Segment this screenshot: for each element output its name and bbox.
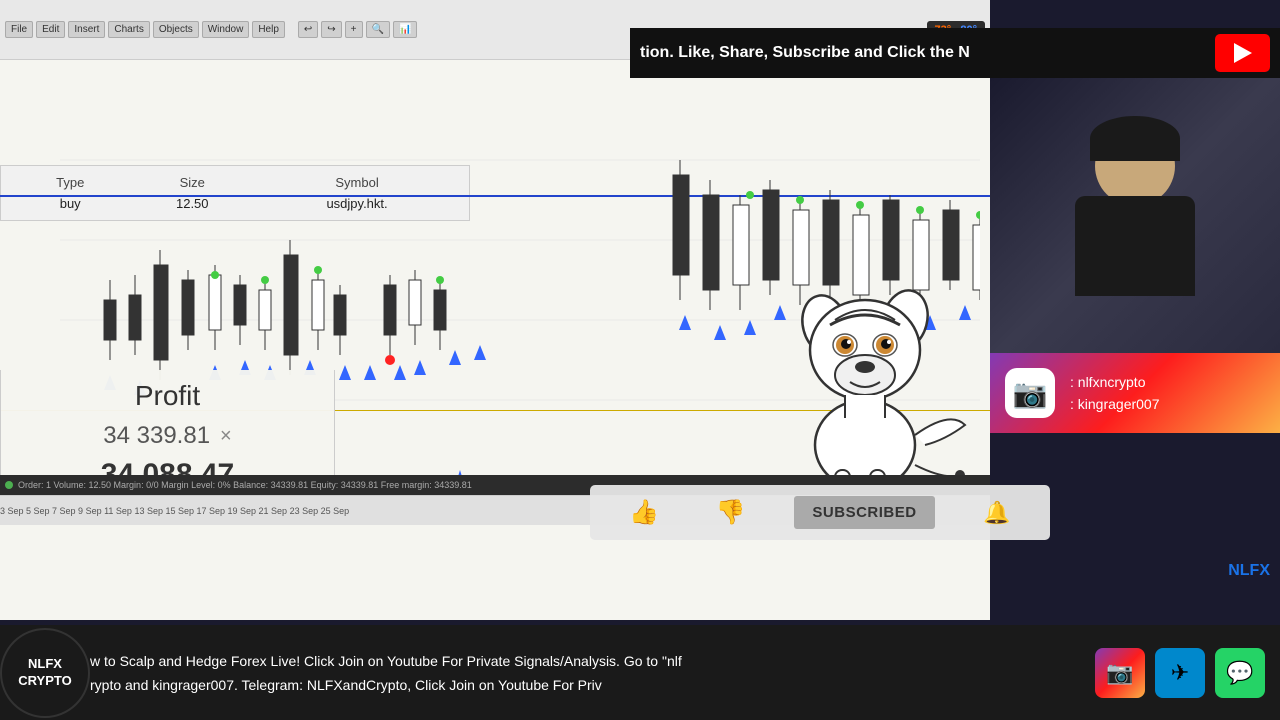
toolbar-icon-4[interactable]: 🔍 [366, 21, 390, 38]
person-body [1075, 196, 1195, 296]
telegram-social-icon[interactable]: ✈ [1155, 648, 1205, 698]
toolbar-file-btn[interactable]: File [5, 21, 33, 38]
dislike-button[interactable]: 👎 [716, 498, 746, 527]
like-button[interactable]: 👍 [629, 498, 659, 527]
whatsapp-social-icon[interactable]: 💬 [1215, 648, 1265, 698]
profit-value-1: 34 339.81 [103, 422, 210, 450]
toolbar-icon-5[interactable]: 📊 [393, 21, 417, 38]
profit-value-row: 34 339.81 × [16, 422, 319, 450]
instagram-social-icon[interactable]: 📷 [1095, 648, 1145, 698]
instagram-logo-icon: 📷 [1005, 368, 1055, 418]
toolbar-charts-btn[interactable]: Charts [108, 21, 149, 38]
nlfx-logo-line2: CRYPTO [18, 673, 71, 690]
yt-banner-text: tion. Like, Share, Subscribe and Click t… [640, 44, 1215, 62]
status-text: Order: 1 Volume: 12.50 Margin: 0/0 Margi… [18, 480, 472, 490]
toolbar-edit-btn[interactable]: Edit [36, 21, 65, 38]
bottom-bar: NLFX CRYPTO w to Scalp and Hedge Forex L… [0, 625, 1280, 720]
profit-label: Profit [16, 380, 319, 412]
subscribed-button[interactable]: SUBSCRIBED [794, 496, 934, 529]
youtube-logo[interactable] [1215, 34, 1270, 72]
toolbar-window-btn[interactable]: Window [202, 21, 250, 38]
connection-dot [5, 481, 13, 489]
yt-play-icon [1234, 43, 1252, 63]
profit-close-button[interactable]: × [220, 425, 232, 448]
social-icons: 📷 ✈ 💬 [1080, 648, 1280, 698]
nlfx-logo-line1: NLFX [28, 656, 62, 673]
toolbar-icon-1[interactable]: ↩ [298, 21, 318, 38]
toolbar-objects-btn[interactable]: Objects [153, 21, 199, 38]
toolbar-help-btn[interactable]: Help [252, 21, 285, 38]
toolbar-icon-2[interactable]: ↪ [321, 21, 341, 38]
person-cap [1090, 116, 1180, 161]
streamer-webcam [990, 78, 1280, 353]
instagram-panel: 📷 : nlfxncrypto : kingrager007 [990, 353, 1280, 433]
scroll-line-1: w to Scalp and Hedge Forex Live! Click J… [90, 649, 1080, 673]
ig-username-2: : kingrager007 [1070, 393, 1160, 415]
nlfx-watermark: NLFX [1228, 562, 1270, 580]
dog-illustration [750, 270, 980, 500]
toolbar-icon-3[interactable]: + [345, 21, 363, 38]
toolbar-insert-btn[interactable]: Insert [68, 21, 105, 38]
notification-bell-icon[interactable]: 🔔 [983, 500, 1010, 526]
yt-notification-banner: tion. Like, Share, Subscribe and Click t… [630, 28, 1280, 78]
ig-usernames: : nlfxncrypto : kingrager007 [1070, 371, 1160, 416]
ig-username-1: : nlfxncrypto [1070, 371, 1160, 393]
nlfx-logo: NLFX CRYPTO [0, 628, 90, 718]
scroll-line-2: rypto and kingrager007. Telegram: NLFXan… [90, 673, 1080, 697]
chart-dates: 3 Sep 5 Sep 7 Sep 9 Sep 11 Sep 13 Sep 15… [0, 506, 349, 516]
scrolling-text: w to Scalp and Hedge Forex Live! Click J… [90, 628, 1080, 718]
streamer-video-feed [990, 78, 1280, 353]
subscribe-overlay: 👍 👎 SUBSCRIBED 🔔 [590, 485, 1050, 540]
